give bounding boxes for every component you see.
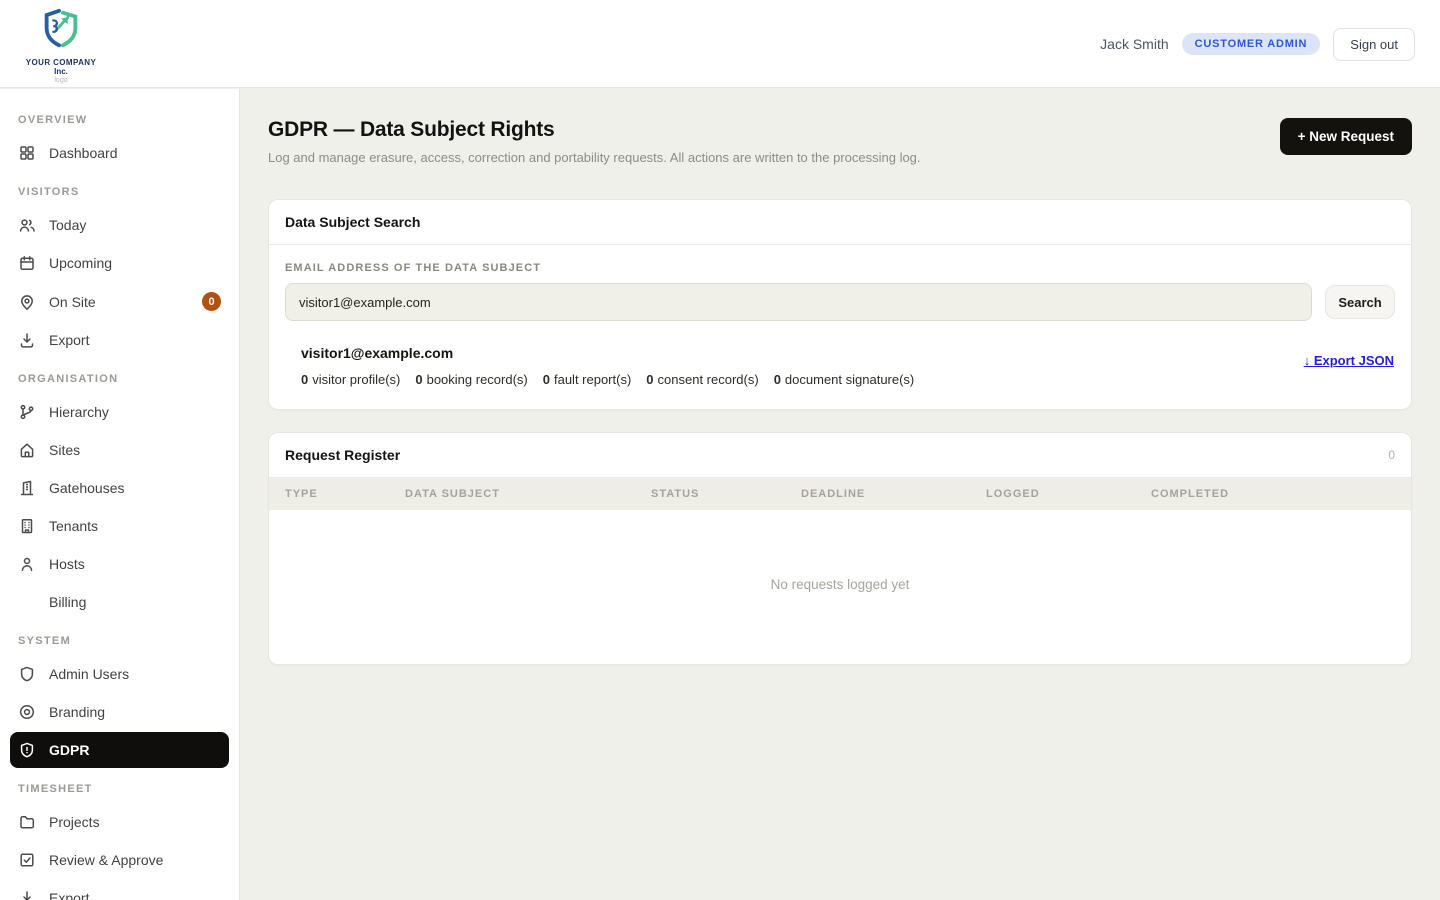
column-completed: COMPLETED — [1151, 488, 1395, 500]
column-data-subject: DATA SUBJECT — [405, 488, 651, 500]
sidebar-item-label: Export — [49, 890, 89, 900]
page-title: GDPR — Data Subject Rights — [268, 118, 921, 142]
email-field-label: EMAIL ADDRESS OF THE DATA SUBJECT — [285, 262, 1395, 274]
count-booking-records: 0booking record(s) — [415, 372, 527, 387]
section-label-visitors: VISITORS — [0, 173, 239, 205]
company-tagline: logo — [23, 77, 99, 84]
register-card-title: Request Register — [285, 447, 400, 463]
sidebar-item-on-site[interactable]: On Site 0 — [10, 283, 229, 320]
sidebar-item-hierarchy[interactable]: Hierarchy — [10, 394, 229, 430]
sidebar: OVERVIEW Dashboard VISITORS Today Upcomi… — [0, 89, 240, 900]
sidebar-item-export-visitors[interactable]: Export — [10, 322, 229, 358]
empty-state-message: No requests logged yet — [269, 510, 1411, 664]
sidebar-item-label: Today — [49, 217, 86, 233]
sidebar-item-label: Admin Users — [49, 666, 129, 682]
page-subtitle: Log and manage erasure, access, correcti… — [268, 150, 921, 165]
sidebar-item-label: GDPR — [49, 742, 89, 758]
search-button[interactable]: Search — [1325, 285, 1395, 319]
company-logo: YOUR COMPANY Inc. logo — [23, 6, 99, 84]
sign-out-button[interactable]: Sign out — [1333, 28, 1415, 61]
sidebar-item-label: Upcoming — [49, 255, 112, 271]
top-bar: YOUR COMPANY Inc. logo Jack Smith CUSTOM… — [0, 0, 1440, 88]
sidebar-item-label: Dashboard — [49, 145, 118, 161]
user-name: Jack Smith — [1100, 36, 1168, 52]
disc-icon — [18, 703, 36, 721]
page-header: GDPR — Data Subject Rights Log and manag… — [268, 118, 1412, 165]
register-table-header: TYPE DATA SUBJECT STATUS DEADLINE LOGGED… — [269, 478, 1411, 510]
section-label-overview: OVERVIEW — [0, 101, 239, 133]
company-logo-icon — [38, 6, 84, 52]
sidebar-item-label: Sites — [49, 442, 80, 458]
people-icon — [18, 216, 36, 234]
email-input[interactable] — [285, 283, 1312, 321]
sidebar-item-label: Branding — [49, 704, 105, 720]
count-consent-records: 0consent record(s) — [646, 372, 758, 387]
section-label-organisation: ORGANISATION — [0, 360, 239, 392]
section-label-system: SYSTEM — [0, 622, 239, 654]
sidebar-item-label: Export — [49, 332, 89, 348]
result-email: visitor1@example.com — [301, 345, 914, 361]
sidebar-item-today[interactable]: Today — [10, 207, 229, 243]
folder-icon — [18, 813, 36, 831]
company-name: YOUR COMPANY — [23, 58, 99, 67]
sidebar-item-review-approve[interactable]: Review & Approve — [10, 842, 229, 878]
column-type: TYPE — [285, 488, 405, 500]
sidebar-item-label: Billing — [49, 594, 86, 610]
sidebar-item-admin-users[interactable]: Admin Users — [10, 656, 229, 692]
sidebar-item-label: On Site — [49, 294, 189, 310]
sidebar-item-billing[interactable]: Billing — [10, 584, 229, 620]
export-json-link[interactable]: ↓ Export JSON — [1304, 353, 1394, 387]
new-request-button[interactable]: + New Request — [1280, 118, 1412, 155]
sidebar-item-label: Tenants — [49, 518, 98, 534]
request-register-card: Request Register 0 TYPE DATA SUBJECT STA… — [268, 432, 1412, 665]
sidebar-item-label: Projects — [49, 814, 100, 830]
check-square-icon — [18, 851, 36, 869]
register-count: 0 — [1388, 448, 1395, 462]
blank-icon — [18, 593, 36, 611]
grid-icon — [18, 144, 36, 162]
column-status: STATUS — [651, 488, 801, 500]
gatehouse-icon — [18, 479, 36, 497]
download-icon — [18, 889, 36, 900]
hierarchy-icon — [18, 403, 36, 421]
role-badge: CUSTOMER ADMIN — [1182, 33, 1321, 55]
result-counts: 0visitor profile(s) 0booking record(s) 0… — [301, 372, 914, 387]
search-result: visitor1@example.com 0visitor profile(s)… — [285, 345, 1395, 387]
sidebar-item-gatehouses[interactable]: Gatehouses — [10, 470, 229, 506]
sidebar-item-upcoming[interactable]: Upcoming — [10, 245, 229, 281]
building-icon — [18, 517, 36, 535]
search-card-title: Data Subject Search — [285, 214, 420, 230]
column-logged: LOGGED — [986, 488, 1151, 500]
count-visitor-profiles: 0visitor profile(s) — [301, 372, 400, 387]
sidebar-item-label: Hierarchy — [49, 404, 109, 420]
shield-icon — [18, 665, 36, 683]
section-label-timesheet: TIMESHEET — [0, 770, 239, 802]
sidebar-item-dashboard[interactable]: Dashboard — [10, 135, 229, 171]
sidebar-item-label: Review & Approve — [49, 852, 163, 868]
column-deadline: DEADLINE — [801, 488, 986, 500]
sidebar-item-branding[interactable]: Branding — [10, 694, 229, 730]
home-icon — [18, 441, 36, 459]
shield-alert-icon — [18, 741, 36, 759]
sidebar-item-label: Hosts — [49, 556, 85, 572]
on-site-count-badge: 0 — [202, 292, 221, 311]
data-subject-search-card: Data Subject Search EMAIL ADDRESS OF THE… — [268, 199, 1412, 410]
company-suffix: Inc. — [23, 67, 99, 76]
map-pin-icon — [18, 293, 36, 311]
sidebar-item-export-timesheet[interactable]: Export — [10, 880, 229, 900]
sidebar-item-hosts[interactable]: Hosts — [10, 546, 229, 582]
main-content: GDPR — Data Subject Rights Log and manag… — [241, 89, 1440, 900]
sidebar-item-gdpr[interactable]: GDPR — [10, 732, 229, 768]
count-fault-reports: 0fault report(s) — [543, 372, 632, 387]
calendar-icon — [18, 254, 36, 272]
person-icon — [18, 555, 36, 573]
sidebar-item-projects[interactable]: Projects — [10, 804, 229, 840]
download-icon — [18, 331, 36, 349]
sidebar-item-sites[interactable]: Sites — [10, 432, 229, 468]
count-document-signatures: 0document signature(s) — [774, 372, 915, 387]
sidebar-item-label: Gatehouses — [49, 480, 125, 496]
sidebar-item-tenants[interactable]: Tenants — [10, 508, 229, 544]
